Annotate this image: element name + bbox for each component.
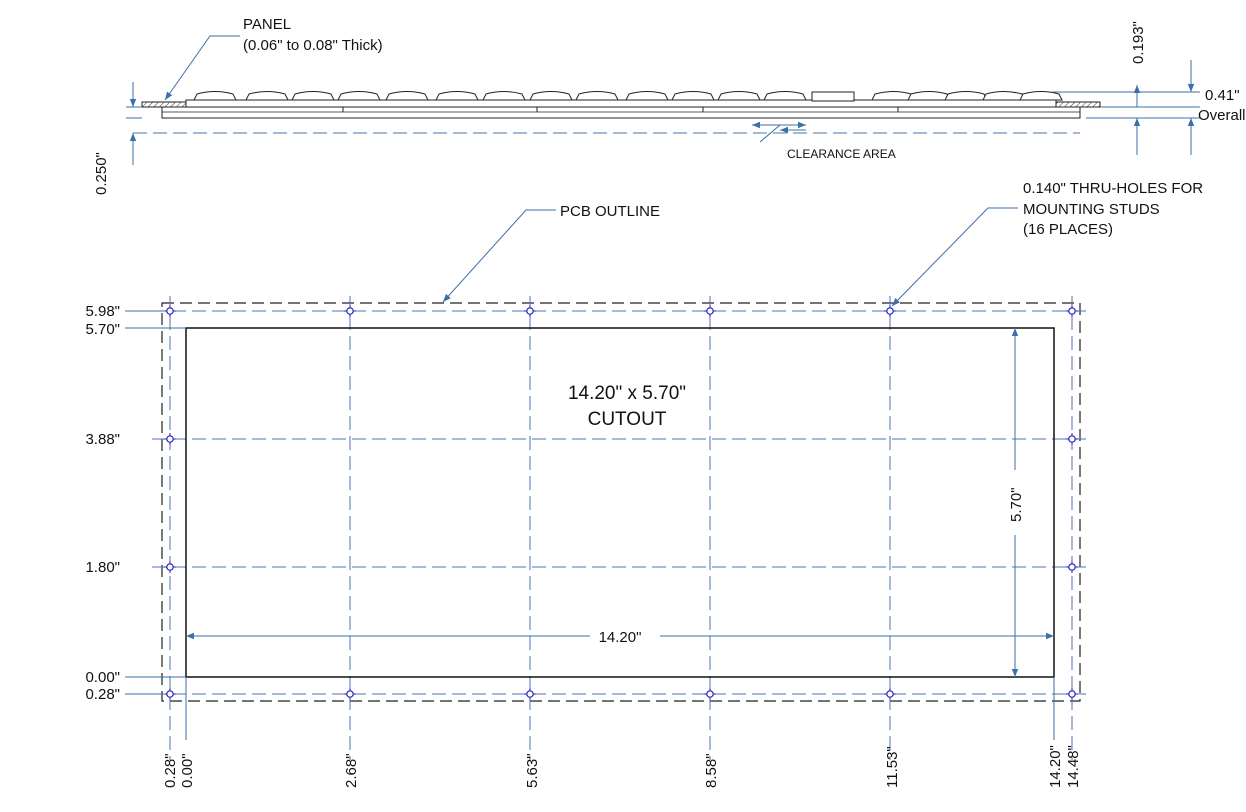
pcb-side-body [161, 106, 1081, 119]
mounting-hole [164, 305, 176, 317]
key-profile [871, 91, 915, 101]
mounting-hole [344, 688, 356, 700]
display-block [811, 91, 855, 102]
y-label-0-00: 0.00" [85, 669, 120, 686]
mechanical-drawing: CLEARANCE AREA PANEL (0.06" to 0.08" Thi… [85, 16, 1246, 788]
x-label-2-68: 2.68" [343, 753, 360, 788]
pcb-outline-label: PCB OUTLINE [560, 203, 660, 220]
panel-left [141, 101, 187, 108]
panel-thickness-label: (0.06" to 0.08" Thick) [243, 37, 383, 54]
mounting-hole [1066, 688, 1078, 700]
cutout-subtitle: CUTOUT [588, 409, 667, 430]
x-label-0-28: 0.28" [162, 753, 179, 788]
side-view: CLEARANCE AREA PANEL (0.06" to 0.08" Thi… [93, 16, 1246, 195]
x-label-14-48: 14.48" [1065, 745, 1082, 788]
clearance-dim-label: 0.250" [93, 152, 110, 195]
y-label-3-88: 3.88" [85, 431, 120, 448]
mounting-hole [704, 305, 716, 317]
overall-dim-value: 0.41" [1205, 87, 1240, 104]
width-dim-label: 14.20" [599, 629, 642, 646]
clearance-label: CLEARANCE AREA [787, 147, 896, 161]
x-label-11-53: 11.53" [884, 746, 901, 788]
key-profile [575, 91, 619, 101]
key-profile [245, 91, 289, 101]
key-profile [1019, 91, 1063, 101]
x-label-8-58: 8.58" [703, 753, 720, 788]
keypad-base [185, 99, 1057, 108]
x-label-14-20: 14.20" [1047, 745, 1064, 788]
cutout-title: 14.20" x 5.70" [568, 383, 686, 404]
mounting-hole [164, 688, 176, 700]
holes-label-line1: 0.140" THRU-HOLES FOR [1023, 180, 1203, 197]
mounting-hole [1066, 561, 1078, 573]
y-label-5-70: 5.70" [85, 321, 120, 338]
mounting-hole [1066, 433, 1078, 445]
key-profile [291, 91, 335, 101]
mounting-hole [884, 688, 896, 700]
holes-label-line2: MOUNTING STUDS [1023, 201, 1160, 218]
key-profiles [193, 91, 1063, 101]
y-label-5-98: 5.98" [85, 303, 120, 320]
mounting-hole [164, 561, 176, 573]
key-profile [671, 91, 715, 101]
key-profile [944, 91, 988, 101]
mounting-hole [524, 305, 536, 317]
key-profile [717, 91, 761, 101]
key-profile [337, 91, 381, 101]
key-profile [193, 91, 237, 101]
key-profile [982, 91, 1026, 101]
key-profile [529, 91, 573, 101]
mounting-hole [884, 305, 896, 317]
mounting-hole [524, 688, 536, 700]
x-label-5-63: 5.63" [524, 753, 541, 788]
cutout-rect [185, 327, 1055, 678]
key-profile [482, 91, 526, 101]
panel-right [1055, 101, 1101, 108]
holes-label-line3: (16 PLACES) [1023, 221, 1113, 238]
key-profile [625, 91, 669, 101]
mounting-hole [344, 305, 356, 317]
top-view: 14.20" x 5.70" CUTOUT 14.20" 5.70" PCB O… [85, 180, 1203, 788]
key-profile [763, 91, 807, 101]
height-dim-label: 5.70" [1008, 487, 1025, 522]
mounting-hole [704, 688, 716, 700]
mounting-hole [164, 433, 176, 445]
y-label-0-28: 0.28" [85, 686, 120, 703]
top-dim-label: 0.193" [1130, 21, 1147, 64]
key-profile [435, 91, 479, 101]
y-label-1-80: 1.80" [85, 559, 120, 576]
mounting-hole [1066, 305, 1078, 317]
hole-center-lines [152, 296, 1090, 760]
overall-dim-label: Overall [1198, 107, 1246, 124]
x-label-0-00: 0.00" [179, 753, 196, 788]
key-profile [907, 91, 951, 101]
key-profile [385, 91, 429, 101]
panel-label: PANEL [243, 16, 291, 33]
